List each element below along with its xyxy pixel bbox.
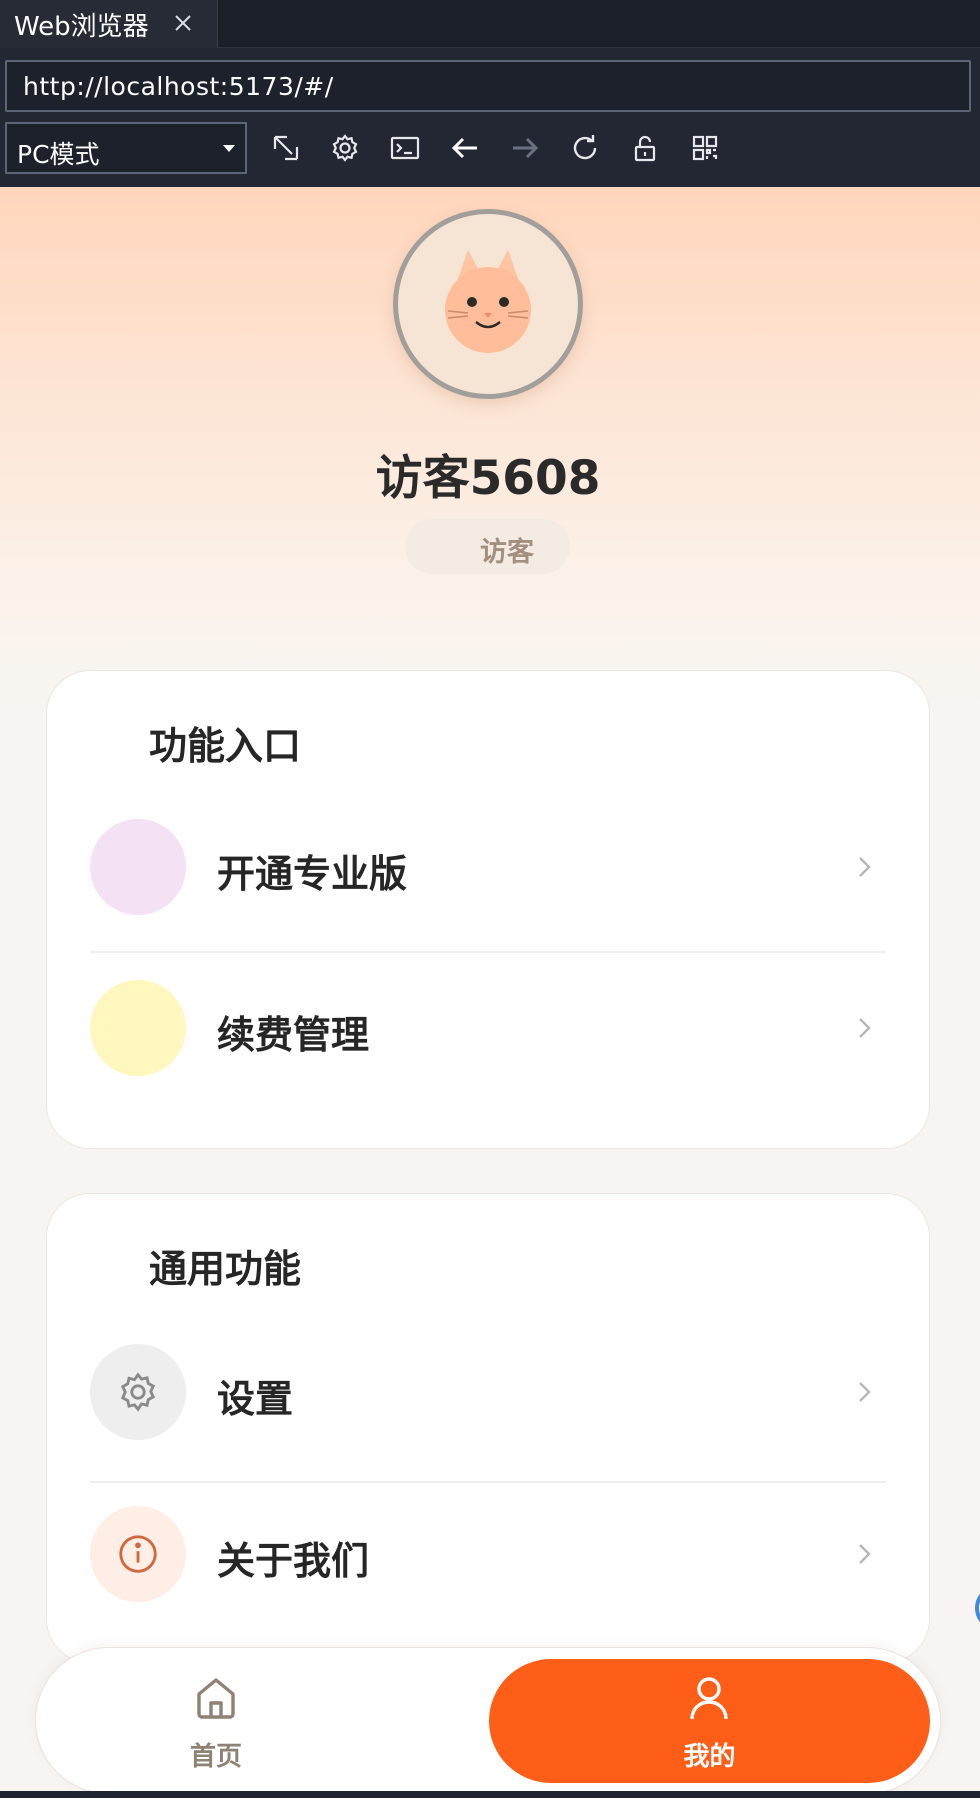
list-item-upgrade-pro[interactable]: 开通专业版 <box>90 819 886 919</box>
info-icon <box>119 1535 157 1573</box>
resize-button[interactable] <box>266 128 306 168</box>
resize-icon <box>273 135 299 161</box>
list-item-label: 开通专业版 <box>217 852 408 896</box>
home-icon <box>197 1678 235 1719</box>
browser-tab[interactable]: Web浏览器 <box>0 0 218 48</box>
divider <box>90 1481 886 1483</box>
window-bottom-edge <box>0 1791 980 1798</box>
username: 访客5608 <box>375 451 601 506</box>
nav-home-label: 首页 <box>189 1742 242 1772</box>
section-title: 通用功能 <box>149 1247 302 1291</box>
general-functions-card: 通用功能 设置 关于我们 <box>46 1193 930 1663</box>
role-label: 访客 <box>480 537 534 568</box>
caret-down-icon <box>223 145 235 152</box>
divider <box>90 951 886 953</box>
list-item-about-us[interactable]: 关于我们 <box>90 1506 886 1606</box>
chevron-right-icon <box>859 1382 871 1402</box>
url-text: http://localhost:5173/#/ <box>23 72 334 101</box>
nav-mine-label: 我的 <box>683 1742 736 1772</box>
gear-icon <box>120 1372 156 1412</box>
chevron-right-icon <box>859 1018 871 1038</box>
cat-avatar-icon <box>445 250 531 353</box>
pro-icon <box>90 819 186 915</box>
close-icon[interactable] <box>170 10 196 36</box>
role-badge: 访客 <box>405 519 570 574</box>
list-item-settings[interactable]: 设置 <box>90 1344 886 1444</box>
mode-select-value: PC模式 <box>17 140 100 169</box>
reload-icon <box>573 135 597 160</box>
floating-button[interactable] <box>975 1589 980 1627</box>
back-button[interactable] <box>445 128 485 168</box>
profile-page: 访客5608 访客 功能入口 开通专业版 续费管理 通用功能 设置 关于我们 首… <box>0 187 980 1798</box>
chevron-right-icon <box>859 1544 871 1564</box>
list-item-label: 关于我们 <box>217 1539 370 1583</box>
renew-icon <box>90 980 186 1076</box>
qrcode-button[interactable] <box>685 128 725 168</box>
list-item-label: 设置 <box>217 1377 294 1421</box>
terminal-button[interactable] <box>385 128 425 168</box>
reload-button[interactable] <box>565 128 605 168</box>
forward-button[interactable] <box>505 128 545 168</box>
qrcode-icon <box>692 135 718 161</box>
list-item-label: 续费管理 <box>217 1013 370 1057</box>
tab-bar: Web浏览器 <box>0 0 980 48</box>
user-icon <box>690 1677 728 1720</box>
list-item-renewal-management[interactable]: 续费管理 <box>90 980 886 1080</box>
browser-chrome: Web浏览器 http://localhost:5173/#/ PC模式 <box>0 0 980 187</box>
section-title: 功能入口 <box>149 724 302 768</box>
nav-home-tab[interactable]: 首页 <box>126 1666 306 1776</box>
mode-select[interactable]: PC模式 <box>5 122 247 174</box>
settings-icon-circle <box>90 1344 186 1440</box>
terminal-icon <box>390 136 420 160</box>
settings-button[interactable] <box>325 128 365 168</box>
chevron-right-icon <box>859 857 871 877</box>
address-bar[interactable]: http://localhost:5173/#/ <box>5 60 971 112</box>
nav-mine-tab[interactable]: 我的 <box>489 1659 930 1783</box>
forward-arrow-icon <box>513 137 539 159</box>
about-icon-circle <box>90 1506 186 1602</box>
bottom-nav: 首页 我的 <box>35 1647 941 1794</box>
tab-title: Web浏览器 <box>14 11 149 42</box>
unlock-icon <box>634 135 656 162</box>
avatar[interactable] <box>393 209 583 399</box>
lock-button[interactable] <box>625 128 665 168</box>
back-arrow-icon <box>451 137 477 159</box>
feature-entry-card: 功能入口 开通专业版 续费管理 <box>46 670 930 1149</box>
gear-icon <box>332 134 358 162</box>
